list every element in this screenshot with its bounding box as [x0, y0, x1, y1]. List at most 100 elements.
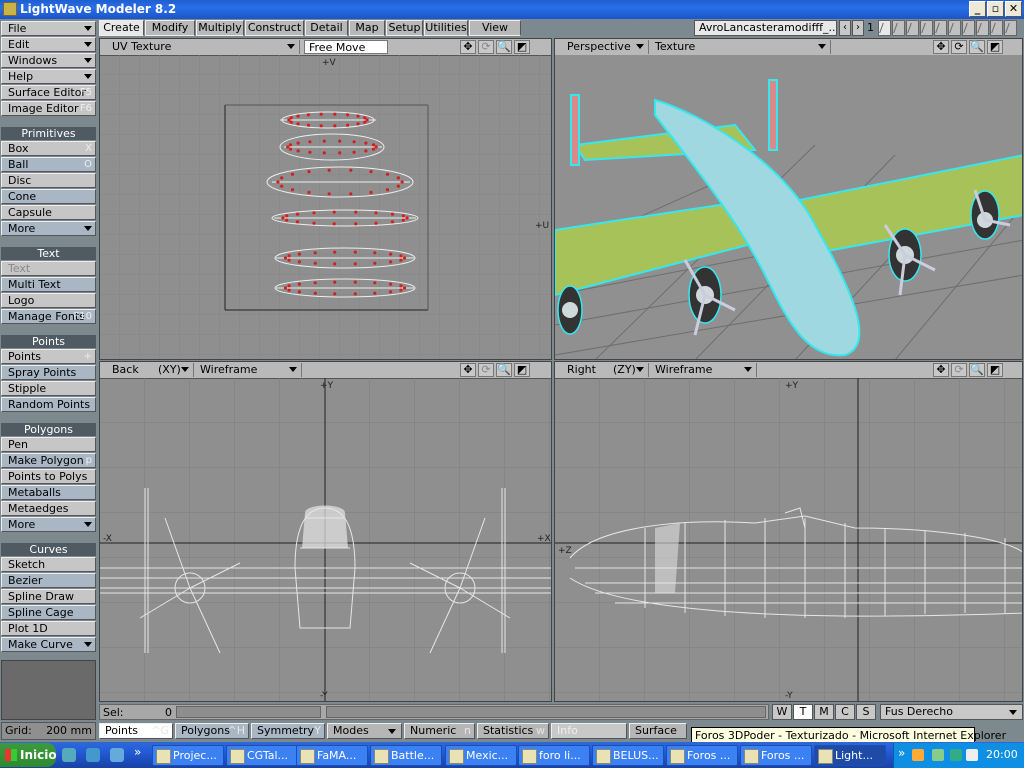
- tab-construct[interactable]: Construct: [245, 20, 304, 36]
- view-mode-c-button[interactable]: C: [835, 704, 855, 720]
- tab-utilities[interactable]: Utilities: [424, 20, 468, 36]
- tab-create[interactable]: Create: [99, 20, 144, 36]
- tool-more-button[interactable]: More: [1, 221, 96, 236]
- task-button[interactable]: Battle...: [370, 745, 442, 766]
- tool-ball-button[interactable]: Ball O: [1, 157, 96, 172]
- tab-modify[interactable]: Modify: [145, 20, 195, 36]
- tray-expand[interactable]: »: [898, 746, 905, 760]
- view-mode-s-button[interactable]: S: [856, 704, 876, 720]
- tool-spline-draw-button[interactable]: Spline Draw: [1, 589, 96, 604]
- uv-mode-field[interactable]: Free Move: [304, 40, 388, 54]
- zoom-view-icon[interactable]: 🔍: [496, 40, 512, 54]
- rotate-view-icon[interactable]: ⟳: [951, 40, 967, 54]
- prev-object-button[interactable]: ‹: [839, 20, 851, 36]
- maximize-viewport-icon[interactable]: ◩: [514, 363, 530, 377]
- layer-button[interactable]: [906, 20, 919, 36]
- task-button[interactable]: Light...: [814, 745, 886, 766]
- task-button[interactable]: Projec...: [152, 745, 224, 766]
- rotate-view-icon[interactable]: ⟳: [478, 40, 494, 54]
- tool-more-button[interactable]: More: [1, 517, 96, 532]
- tool-make-curve-button[interactable]: Make Curve: [1, 637, 96, 652]
- layer-button[interactable]: [948, 20, 961, 36]
- tab-setup[interactable]: Setup: [386, 20, 423, 36]
- tool-manage-fonts-button[interactable]: Manage Fonts F10: [1, 309, 96, 324]
- desktop-quicklaunch-icon[interactable]: [110, 748, 124, 762]
- layer-button[interactable]: [962, 20, 975, 36]
- toolbar-file-button[interactable]: File: [1, 21, 96, 36]
- tab-view[interactable]: View: [469, 20, 521, 36]
- view-type-dropdown[interactable]: UV Texture: [108, 40, 300, 54]
- tray-icon[interactable]: [950, 749, 962, 761]
- bottom-statistics-button[interactable]: Statistics w: [477, 723, 549, 739]
- surface-dropdown[interactable]: Fus Derecho: [880, 704, 1023, 720]
- start-button[interactable]: Inicio: [0, 743, 57, 767]
- task-button[interactable]: Mexic...: [445, 745, 517, 766]
- tool-bezier-button[interactable]: Bezier: [1, 573, 96, 588]
- task-button[interactable]: FaMA...: [296, 745, 368, 766]
- toolbar-help-button[interactable]: Help: [1, 69, 96, 84]
- rotate-view-icon[interactable]: ⟳: [478, 363, 494, 377]
- tool-spline-cage-button[interactable]: Spline Cage: [1, 605, 96, 620]
- tool-stipple-button[interactable]: Stipple: [1, 381, 96, 396]
- tray-icon[interactable]: [932, 749, 944, 761]
- maximize-viewport-icon[interactable]: ◩: [987, 40, 1003, 54]
- outlook-quicklaunch-icon[interactable]: [86, 748, 100, 762]
- viewport-right[interactable]: Right (ZY) Wireframe ✥ ⟳ 🔍 ◩ +Y +Z -Y: [554, 361, 1023, 702]
- tool-make-polygon-button[interactable]: Make Polygon p: [1, 453, 96, 468]
- tool-cone-button[interactable]: Cone: [1, 189, 96, 204]
- maximize-viewport-icon[interactable]: ◩: [514, 40, 530, 54]
- view-mode-m-button[interactable]: M: [814, 704, 834, 720]
- tray-icon[interactable]: [912, 749, 924, 761]
- move-view-icon[interactable]: ✥: [933, 363, 949, 377]
- tray-icon[interactable]: [966, 749, 978, 761]
- tool-disc-button[interactable]: Disc: [1, 173, 96, 188]
- quicklaunch-more[interactable]: »: [134, 745, 141, 759]
- tool-metaballs-button[interactable]: Metaballs: [1, 485, 96, 500]
- viewport-back[interactable]: Back (XY) Wireframe ✥ ⟳ 🔍 ◩ +Y -X +X -Y: [99, 361, 552, 702]
- minimize-button[interactable]: _: [969, 1, 986, 17]
- tool-box-button[interactable]: Box X: [1, 141, 96, 156]
- task-button[interactable]: foro li...: [518, 745, 590, 766]
- tool-multi-text-button[interactable]: Multi Text: [1, 277, 96, 292]
- layer-button[interactable]: [920, 20, 933, 36]
- layer-button[interactable]: [976, 20, 989, 36]
- viewport-uv[interactable]: UV Texture Free Move ✥ ⟳ 🔍 ◩ +V +U: [99, 38, 552, 360]
- bottom-numeric-button[interactable]: Numeric n: [404, 723, 475, 739]
- toolbar-surface-editor-button[interactable]: Surface Editor F5: [1, 85, 96, 100]
- object-selector[interactable]: AvroLancasteramodifff_...: [694, 20, 837, 36]
- view-type-dropdown[interactable]: Back (XY): [108, 363, 194, 377]
- view-mode-t-button[interactable]: T: [793, 704, 813, 720]
- layer-button[interactable]: [1004, 20, 1017, 36]
- close-button[interactable]: ✕: [1005, 1, 1022, 17]
- task-button[interactable]: Foros ...: [740, 745, 812, 766]
- tab-multiply[interactable]: Multiply: [196, 20, 244, 36]
- move-view-icon[interactable]: ✥: [460, 40, 476, 54]
- tool-sketch-button[interactable]: Sketch: [1, 557, 96, 572]
- layer-button[interactable]: [934, 20, 947, 36]
- task-button[interactable]: CGTal...: [226, 745, 298, 766]
- view-mode-w-button[interactable]: W: [772, 704, 792, 720]
- zoom-view-icon[interactable]: 🔍: [496, 363, 512, 377]
- tool-points-button[interactable]: Points +: [1, 349, 96, 364]
- bottom-modes-button[interactable]: Modes: [327, 723, 402, 739]
- tool-points-to-polys-button[interactable]: Points to Polys: [1, 469, 96, 484]
- tool-spray-points-button[interactable]: Spray Points: [1, 365, 96, 380]
- view-type-dropdown[interactable]: Perspective: [563, 40, 649, 54]
- move-view-icon[interactable]: ✥: [460, 363, 476, 377]
- toolbar-image-editor-button[interactable]: Image Editor F6: [1, 101, 96, 116]
- bottom-symmetry-button[interactable]: Symmetry Y: [251, 723, 325, 739]
- task-button[interactable]: BELUS...: [592, 745, 664, 766]
- layer-button[interactable]: [892, 20, 905, 36]
- viewport-perspective[interactable]: Perspective Texture ✥ ⟳ 🔍 ◩: [554, 38, 1023, 360]
- layer-button[interactable]: [990, 20, 1003, 36]
- task-button[interactable]: Foros ...: [666, 745, 738, 766]
- render-mode-dropdown[interactable]: Wireframe: [196, 363, 302, 377]
- maximize-button[interactable]: ▫: [987, 1, 1004, 17]
- bottom-polygons-button[interactable]: Polygons ^H: [175, 723, 249, 739]
- view-type-dropdown[interactable]: Right (ZY): [563, 363, 649, 377]
- tool-logo-button[interactable]: Logo: [1, 293, 96, 308]
- tool-metaedges-button[interactable]: Metaedges: [1, 501, 96, 516]
- bottom-info-button[interactable]: Info: [551, 723, 627, 739]
- tool-capsule-button[interactable]: Capsule: [1, 205, 96, 220]
- move-view-icon[interactable]: ✥: [933, 40, 949, 54]
